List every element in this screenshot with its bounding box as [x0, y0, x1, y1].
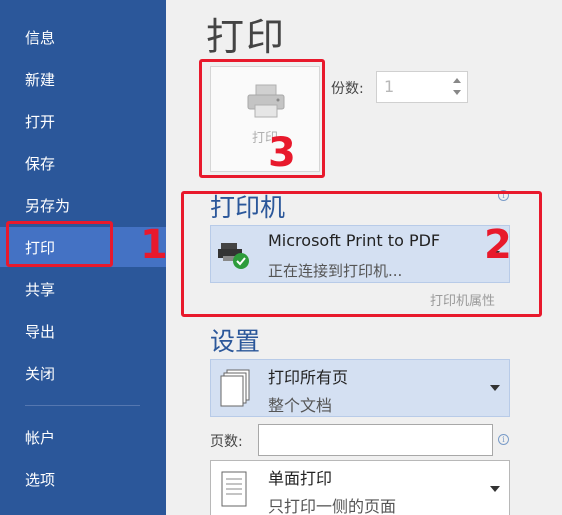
sidebar-item-open[interactable]: 打开: [0, 101, 166, 141]
annotation-number-2: 2: [484, 222, 512, 268]
sidebar-item-label: 关闭: [25, 364, 56, 383]
sidebar-item-options[interactable]: 选项: [0, 459, 166, 499]
sidebar-item-label: 另存为: [25, 196, 71, 215]
chevron-down-icon[interactable]: [490, 486, 500, 492]
sided-dropdown[interactable]: 单面打印 只打印一侧的页面: [210, 460, 510, 515]
sidebar-item-account[interactable]: 帐户: [0, 417, 166, 457]
annotation-box-3: [199, 59, 325, 178]
sidebar-item-save[interactable]: 保存: [0, 143, 166, 183]
sidebar-item-label: 导出: [25, 322, 56, 341]
print-backstage: 信息 新建 打开 保存 另存为 打印 共享 导出 关闭 帐户 选项 打印 打印 …: [0, 0, 562, 515]
page-title: 打印: [206, 15, 287, 59]
annotation-number-1: 1: [140, 222, 168, 268]
sidebar-item-label: 保存: [25, 154, 56, 173]
settings-section-title: 设置: [210, 327, 261, 356]
sidebar-item-close[interactable]: 关闭: [0, 353, 166, 393]
pages-label: 页数:: [210, 434, 243, 450]
annotation-number-3: 3: [268, 130, 296, 176]
sidebar-item-label: 帐户: [25, 428, 56, 447]
document-icon: [219, 368, 253, 412]
print-range-dropdown[interactable]: 打印所有页 整个文档: [210, 359, 510, 417]
sidebar-item-export[interactable]: 导出: [0, 311, 166, 351]
single-sided-page-icon: [219, 469, 253, 513]
sidebar-item-info[interactable]: 信息: [0, 17, 166, 57]
sidebar-item-label: 信息: [25, 28, 56, 47]
spin-down-icon[interactable]: [453, 90, 461, 95]
sided-title: 单面打印: [268, 469, 333, 488]
sidebar-item-share[interactable]: 共享: [0, 269, 166, 309]
print-range-title: 打印所有页: [268, 368, 349, 387]
sidebar-item-save-as[interactable]: 另存为: [0, 185, 166, 225]
sidebar-item-new[interactable]: 新建: [0, 59, 166, 99]
sidebar-item-label: 选项: [25, 470, 56, 489]
pages-input[interactable]: [258, 424, 493, 456]
copies-label: 份数:: [331, 81, 364, 97]
sidebar-item-label: 打开: [25, 112, 56, 131]
sided-subtitle: 只打印一侧的页面: [268, 497, 397, 515]
copies-value: 1: [384, 77, 395, 96]
sidebar-item-label: 新建: [25, 70, 56, 89]
sidebar-divider: [25, 405, 140, 406]
info-icon[interactable]: i: [498, 434, 509, 445]
spin-up-icon[interactable]: [453, 78, 461, 83]
chevron-down-icon[interactable]: [490, 385, 500, 391]
sidebar-item-label: 共享: [25, 280, 56, 299]
annotation-box-1: [6, 221, 113, 267]
copies-stepper[interactable]: 1: [376, 71, 468, 103]
print-range-subtitle: 整个文档: [268, 396, 333, 415]
